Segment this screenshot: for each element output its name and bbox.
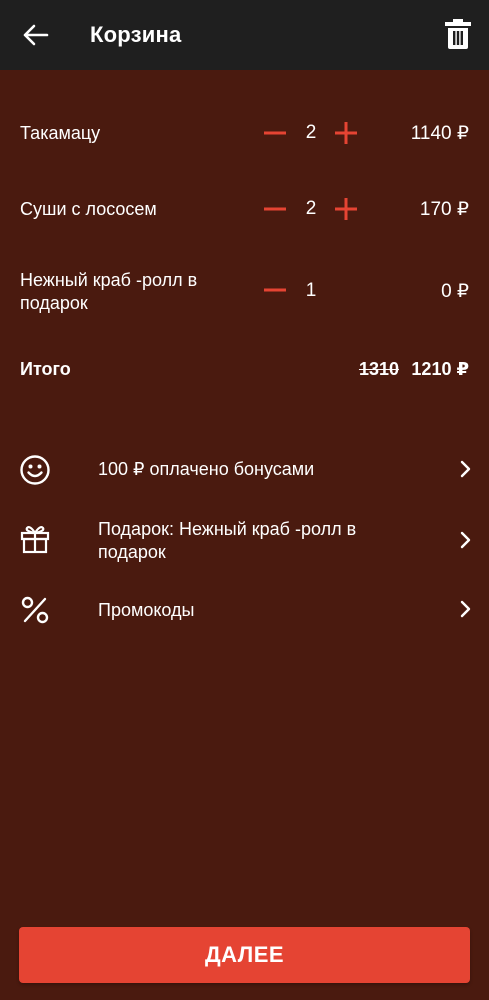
- app-bar: Корзина: [0, 0, 489, 70]
- cart-item: Суши с лососем 2 170 ₽: [0, 194, 489, 224]
- item-quantity: 1: [305, 280, 317, 301]
- minus-icon[interactable]: [262, 196, 288, 222]
- chevron-right-icon: [460, 600, 471, 618]
- bonus-row[interactable]: 100 ₽ оплачено бонусами: [0, 448, 489, 492]
- plus-icon[interactable]: [333, 196, 359, 222]
- percent-icon: [21, 596, 49, 624]
- item-name: Нежный краб -ролл в подарок: [20, 270, 198, 313]
- smile-icon: [20, 455, 50, 485]
- chevron-right-icon: [460, 460, 471, 478]
- arrow-left-icon[interactable]: [20, 21, 50, 49]
- total-row: Итого 1310 1210 ₽: [0, 357, 489, 383]
- item-quantity: 2: [305, 198, 317, 219]
- item-name: Такамацу: [20, 123, 101, 143]
- minus-icon[interactable]: [262, 277, 288, 303]
- gift-icon: [20, 526, 50, 554]
- promo-row[interactable]: Промокоды: [0, 588, 489, 632]
- gift-text: Подарок: Нежный краб -ролл в подарок: [98, 519, 357, 562]
- total-label: Итого: [20, 359, 71, 379]
- trash-icon[interactable]: [444, 18, 472, 50]
- item-price: 170 ₽: [419, 199, 469, 220]
- item-name: Суши с лососем: [20, 199, 157, 219]
- bonus-text: 100 ₽ оплачено бонусами: [98, 459, 315, 479]
- gift-row[interactable]: Подарок: Нежный краб -ролл в подарок: [0, 515, 489, 567]
- plus-icon[interactable]: [333, 120, 359, 146]
- item-quantity: 2: [305, 122, 317, 143]
- item-price: 1140 ₽: [410, 123, 469, 144]
- chevron-right-icon: [460, 531, 471, 549]
- minus-icon[interactable]: [262, 120, 288, 146]
- page-title: Корзина: [90, 22, 182, 47]
- cart-item: Нежный краб -ролл в подарок 1 0 ₽: [0, 267, 489, 317]
- cart-item: Такамацу 2 1140 ₽: [0, 118, 489, 148]
- item-price: 0 ₽: [441, 281, 469, 302]
- total-price: 1210 ₽: [411, 359, 469, 379]
- promo-text: Промокоды: [98, 600, 195, 620]
- old-total-price: 1310: [358, 359, 399, 379]
- next-button[interactable]: ДАЛЕЕ: [19, 927, 470, 983]
